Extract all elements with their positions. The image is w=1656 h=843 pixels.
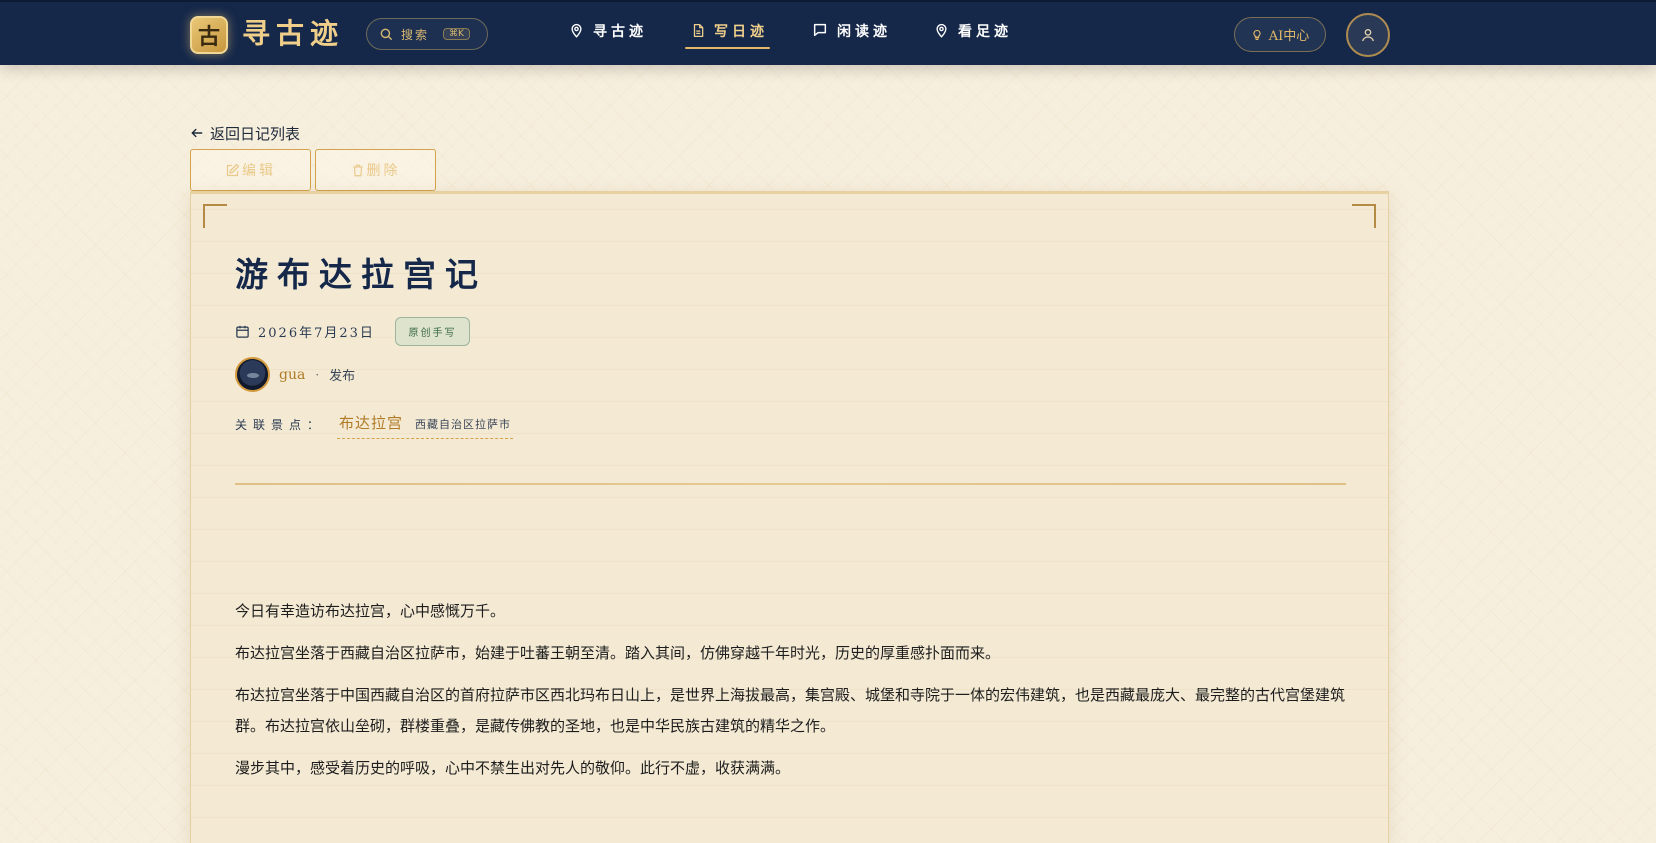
paragraph: 布达拉宫坐落于西藏自治区拉萨市，始建于吐蕃王朝至清。踏入其间，仿佛穿越千年时光，… <box>235 644 1001 662</box>
paragraph: 今日有幸造访布达拉宫，心中感慨万千。 <box>235 602 506 620</box>
diary-title: 游布达拉宫记 <box>235 255 487 294</box>
avatar[interactable] <box>235 357 270 392</box>
nav-item-footprints[interactable]: 看足迹 <box>934 21 1012 49</box>
lightbulb-icon <box>1253 29 1261 40</box>
diary-date: 2026年7月23日 <box>235 322 375 341</box>
related-site-location: 西藏自治区拉萨市 <box>415 418 512 431</box>
top-navbar: 古 寻古迹 搜索 ⌘K 寻古迹 写日迹 闲读迹 看足迹 AI中心 <box>0 0 1656 65</box>
map-pin-icon <box>936 23 947 38</box>
author-name[interactable]: gua <box>279 367 305 383</box>
search-icon <box>380 28 392 40</box>
nav-item-label: 寻古迹 <box>593 24 647 40</box>
diary-content: 今日有幸造访布达拉宫，心中感慨万千。 布达拉宫坐落于西藏自治区拉萨市，始建于吐蕃… <box>235 596 1346 795</box>
user-icon <box>1362 29 1374 42</box>
edit-label: 编辑 <box>242 163 276 179</box>
logo-icon[interactable]: 古 <box>190 16 228 54</box>
ai-center-label: AI中心 <box>1268 29 1310 44</box>
diary-card: 游布达拉宫记 2026年7月23日 原创手写 gua · 发布 关联景点： 布达… <box>190 191 1389 843</box>
paragraph: 布达拉宫坐落于中国西藏自治区的首府拉萨市区西北玛布日山上，是世界上海拔最高，集宫… <box>235 686 1346 735</box>
delete-label: 删除 <box>366 163 401 179</box>
nav-item-label: 闲读迹 <box>837 24 891 40</box>
back-link-label: 返回日记列表 <box>210 124 301 143</box>
related-site-link[interactable]: 布达拉宫 西藏自治区拉萨市 <box>337 412 514 439</box>
delete-button[interactable]: 删除 <box>315 149 436 191</box>
edit-icon <box>226 163 240 176</box>
search-label: 搜索 <box>401 27 430 42</box>
arrow-left-icon <box>191 128 203 138</box>
chat-bubble-icon <box>813 23 827 37</box>
related-site-label: 关联景点： <box>235 418 326 432</box>
back-to-diary-list-link[interactable]: 返回日记列表 <box>190 122 300 144</box>
nav-item-label: 看足迹 <box>958 24 1012 40</box>
trash-icon <box>352 164 363 176</box>
nav-item-reading[interactable]: 闲读迹 <box>812 21 891 49</box>
author-info: gua · 发布 <box>235 357 355 392</box>
corner-ornament <box>1352 204 1376 228</box>
diary-date-text: 2026年7月23日 <box>258 326 375 341</box>
ai-center-button[interactable]: AI中心 <box>1234 17 1326 52</box>
related-site: 关联景点： 布达拉宫 西藏自治区拉萨市 <box>235 412 514 439</box>
edit-button[interactable]: 编辑 <box>190 149 311 191</box>
search-shortcut: ⌘K <box>443 28 470 40</box>
corner-ornament <box>203 204 227 228</box>
related-site-name: 布达拉宫 <box>339 414 404 432</box>
nav-item-label: 写日迹 <box>714 24 768 40</box>
calendar-icon <box>236 325 249 338</box>
divider <box>235 483 1346 485</box>
document-icon <box>693 24 704 37</box>
author-separator: · <box>315 367 320 382</box>
map-pin-icon <box>571 23 582 38</box>
nav-item-diary[interactable]: 写日迹 <box>685 21 770 49</box>
user-account-button[interactable] <box>1346 13 1390 57</box>
brand-name[interactable]: 寻古迹 <box>242 17 344 51</box>
search-button[interactable]: 搜索 ⌘K <box>366 18 488 50</box>
paragraph: 漫步其中，感受着历史的呼吸，心中不禁生出对先人的敬仰。此行不虚，收获满满。 <box>235 759 791 777</box>
author-action: 发布 <box>329 369 356 384</box>
nav-item-explore[interactable]: 寻古迹 <box>569 21 647 49</box>
original-badge: 原创手写 <box>395 317 470 346</box>
